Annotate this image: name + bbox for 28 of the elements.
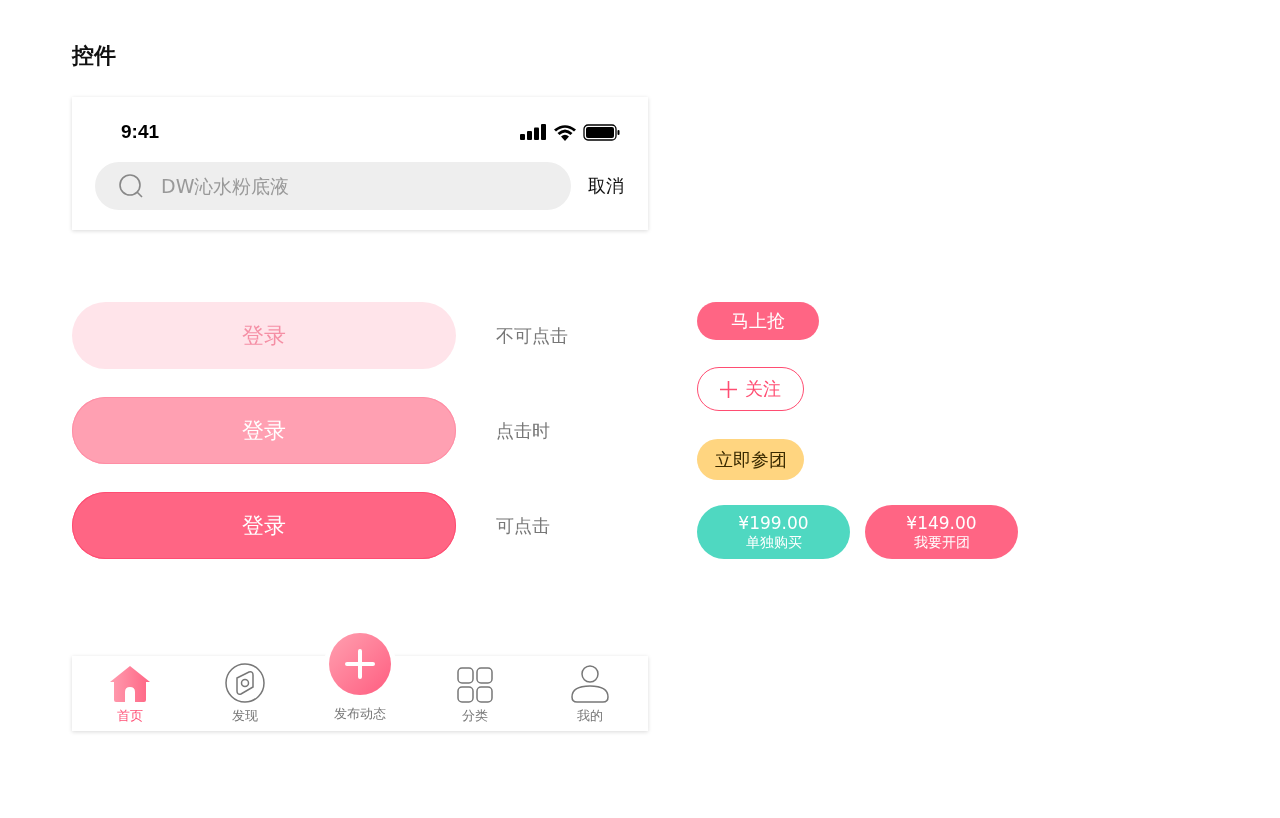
- home-icon: [108, 665, 151, 703]
- battery-icon: [583, 123, 620, 141]
- action-button[interactable]: 马上抢: [697, 302, 819, 340]
- page-title: 控件: [72, 42, 117, 70]
- login-button[interactable]: 登录: [72, 397, 456, 464]
- status-time: 9:41: [121, 121, 160, 143]
- price-button[interactable]: ¥199.00 单独购买: [697, 505, 850, 559]
- tab-item[interactable]: 发现: [187, 656, 303, 731]
- tab-item[interactable]: 我的: [532, 656, 648, 731]
- action-button[interactable]: 立即参团: [697, 439, 804, 480]
- state-caption: 点击时: [496, 418, 550, 443]
- tab-item[interactable]: 分类: [417, 656, 533, 731]
- tab-item[interactable]: 首页: [72, 656, 188, 731]
- tab-item[interactable]: 发布动态: [302, 632, 418, 731]
- follow-button[interactable]: 关注: [697, 367, 804, 411]
- grid-icon: [457, 667, 494, 703]
- search-field[interactable]: DW沁水粉底液: [95, 162, 571, 210]
- state-caption: 不可点击: [496, 323, 568, 348]
- search-icon: [119, 174, 143, 198]
- signal-icon: [520, 124, 547, 140]
- state-caption: 可点击: [496, 513, 550, 538]
- person-icon: [570, 665, 611, 703]
- login-button[interactable]: 登录: [72, 492, 456, 559]
- cancel-button[interactable]: 取消: [588, 174, 624, 198]
- compass-icon: [224, 663, 265, 703]
- plus-icon: [720, 380, 737, 398]
- wifi-icon: [553, 123, 577, 141]
- price-button[interactable]: ¥149.00 我要开团: [865, 505, 1018, 559]
